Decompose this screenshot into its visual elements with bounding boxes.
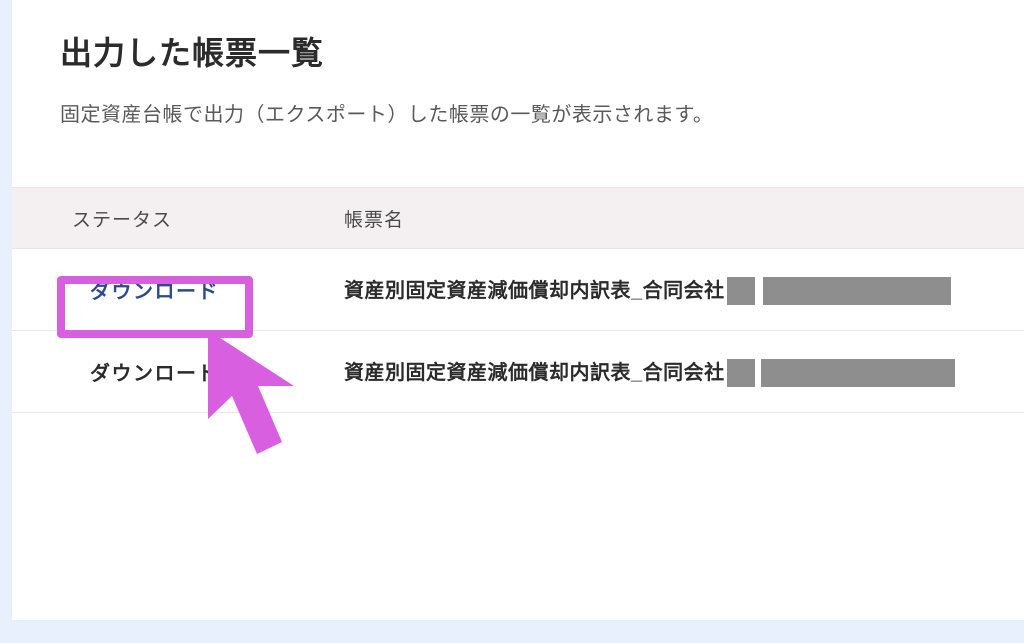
cell-report-name: 資産別固定資産減価償却内訳表_合同会社 bbox=[292, 274, 1024, 306]
report-name-text: 資産別固定資産減価償却内訳表_合同会社 bbox=[344, 280, 725, 302]
table-row: ダウンロード 資産別固定資産減価償却内訳表_合同会社 bbox=[12, 249, 1024, 331]
header-name: 帳票名 bbox=[292, 205, 1024, 232]
redacted-block bbox=[727, 277, 755, 305]
main-panel: 出力した帳票一覧 固定資産台帳で出力（エクスポート）した帳票の一覧が表示されます… bbox=[12, 0, 1024, 620]
table-row: ダウンロード 資産別固定資産減価償却内訳表_合同会社 bbox=[12, 331, 1024, 413]
redacted-block bbox=[763, 277, 951, 305]
redacted-block bbox=[727, 359, 755, 387]
reports-table: ステータス 帳票名 ダウンロード 資産別固定資産減価償却内訳表_合同会社 ダウン… bbox=[12, 187, 1024, 413]
report-name-text: 資産別固定資産減価償却内訳表_合同会社 bbox=[344, 362, 725, 384]
cell-report-name: 資産別固定資産減価償却内訳表_合同会社 bbox=[292, 356, 1024, 388]
cell-status: ダウンロード bbox=[12, 275, 292, 304]
header-status: ステータス bbox=[12, 205, 292, 232]
cell-status: ダウンロード bbox=[12, 357, 292, 386]
redacted-block bbox=[761, 359, 955, 387]
download-link[interactable]: ダウンロード bbox=[90, 281, 219, 303]
page-title: 出力した帳票一覧 bbox=[12, 28, 1024, 98]
page-subtitle: 固定資産台帳で出力（エクスポート）した帳票の一覧が表示されます。 bbox=[12, 98, 1024, 187]
download-text: ダウンロード bbox=[90, 363, 219, 385]
table-header-row: ステータス 帳票名 bbox=[12, 187, 1024, 249]
